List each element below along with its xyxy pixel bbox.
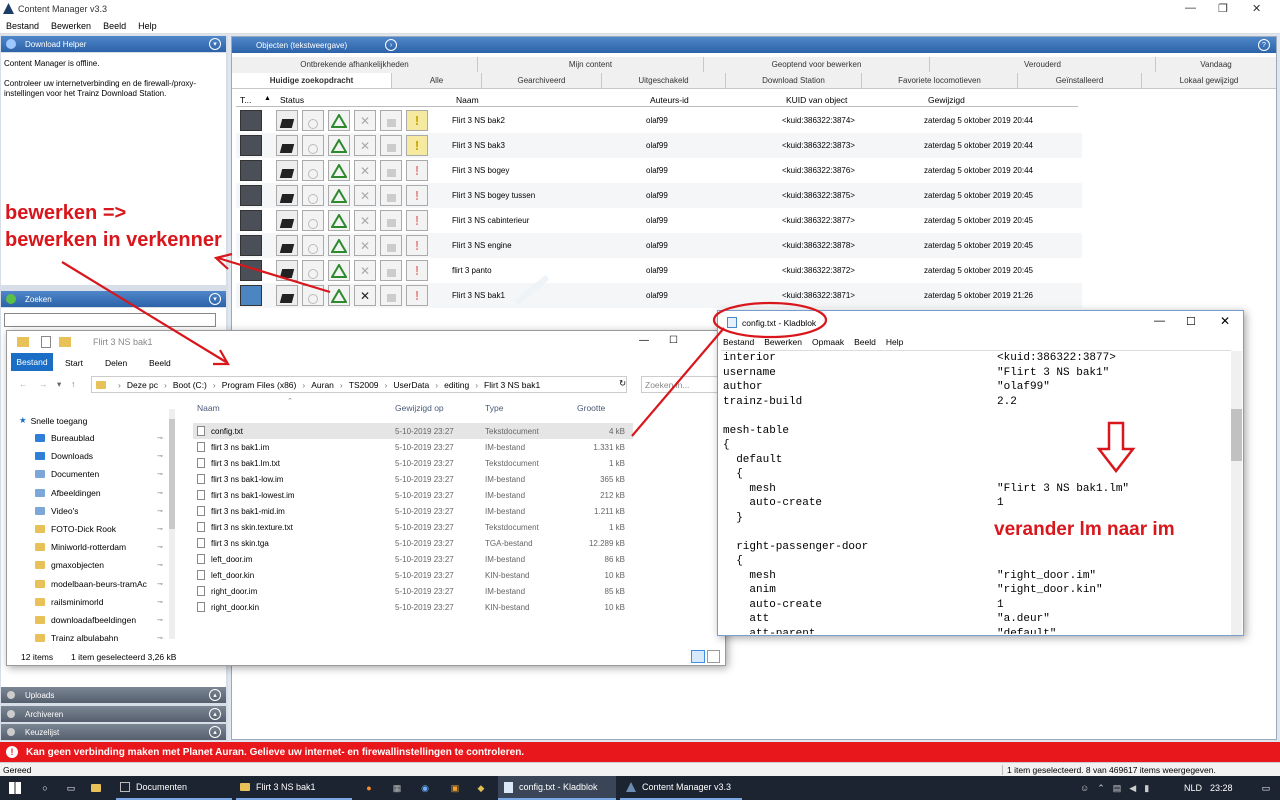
app-icon[interactable]: ▣ [446,776,464,800]
app-icon-2[interactable]: ◆ [472,776,490,800]
notifications-icon[interactable]: ▭ [1256,776,1276,800]
documents-icon [120,782,130,792]
taskbar-label: config.txt - Kladblok [519,782,598,792]
calculator-icon[interactable]: ▦ [388,776,406,800]
folder-icon [91,784,101,792]
tray-icons[interactable]: ☺ ⌃ ▤ ◀ ▮ [1080,776,1180,800]
taskbar-content-manager[interactable]: Content Manager v3.3 [620,776,742,800]
taskbar-flirt[interactable]: Flirt 3 NS bak1 [236,776,352,800]
taskbar-label: Content Manager v3.3 [642,782,732,792]
chevron-up-icon[interactable]: ⌃ [1097,783,1105,794]
language-indicator[interactable]: NLD [1184,776,1202,800]
search-icon[interactable]: ○ [34,776,56,800]
taskbar: ○ ▭ Documenten Flirt 3 NS bak1 ● ▦ ◉ ▣ ◆… [0,776,1280,800]
folder-icon [240,783,250,791]
file-explorer-pin[interactable] [88,776,110,800]
task-view-icon[interactable]: ▭ [60,776,82,800]
annotation-arrows [61,252,828,437]
windows-icon [9,782,21,794]
taskbar-label: Flirt 3 NS bak1 [256,782,316,792]
content-manager-icon [626,782,636,792]
start-button[interactable] [0,776,30,800]
taskbar-documenten[interactable]: Documenten [116,776,232,800]
taskbar-kladblok[interactable]: config.txt - Kladblok [498,776,616,800]
clock[interactable]: 23:28 [1210,776,1233,800]
people-icon[interactable]: ☺ [1080,783,1089,793]
taskbar-label: Documenten [136,782,188,792]
notepad-icon [504,781,513,793]
firefox-icon[interactable]: ● [360,776,378,800]
battery-icon[interactable]: ▮ [1144,783,1149,794]
browser-icon[interactable]: ◉ [416,776,434,800]
network-icon[interactable]: ▤ [1113,783,1122,794]
volume-icon[interactable]: ◀ [1129,783,1136,794]
